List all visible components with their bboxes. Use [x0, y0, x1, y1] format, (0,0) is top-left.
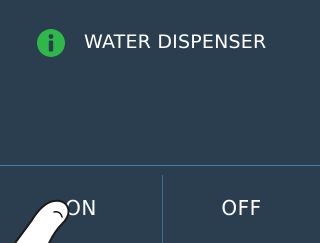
on-button[interactable]: ON: [0, 166, 162, 243]
on-button-label: ON: [65, 195, 97, 220]
off-button[interactable]: OFF: [163, 166, 320, 243]
off-button-label: OFF: [221, 195, 262, 220]
info-icon: [37, 29, 65, 57]
water-dispenser-panel: WATER DISPENSER ON OFF: [0, 0, 320, 243]
panel-header: WATER DISPENSER: [0, 0, 320, 165]
panel-title: WATER DISPENSER: [84, 31, 267, 53]
